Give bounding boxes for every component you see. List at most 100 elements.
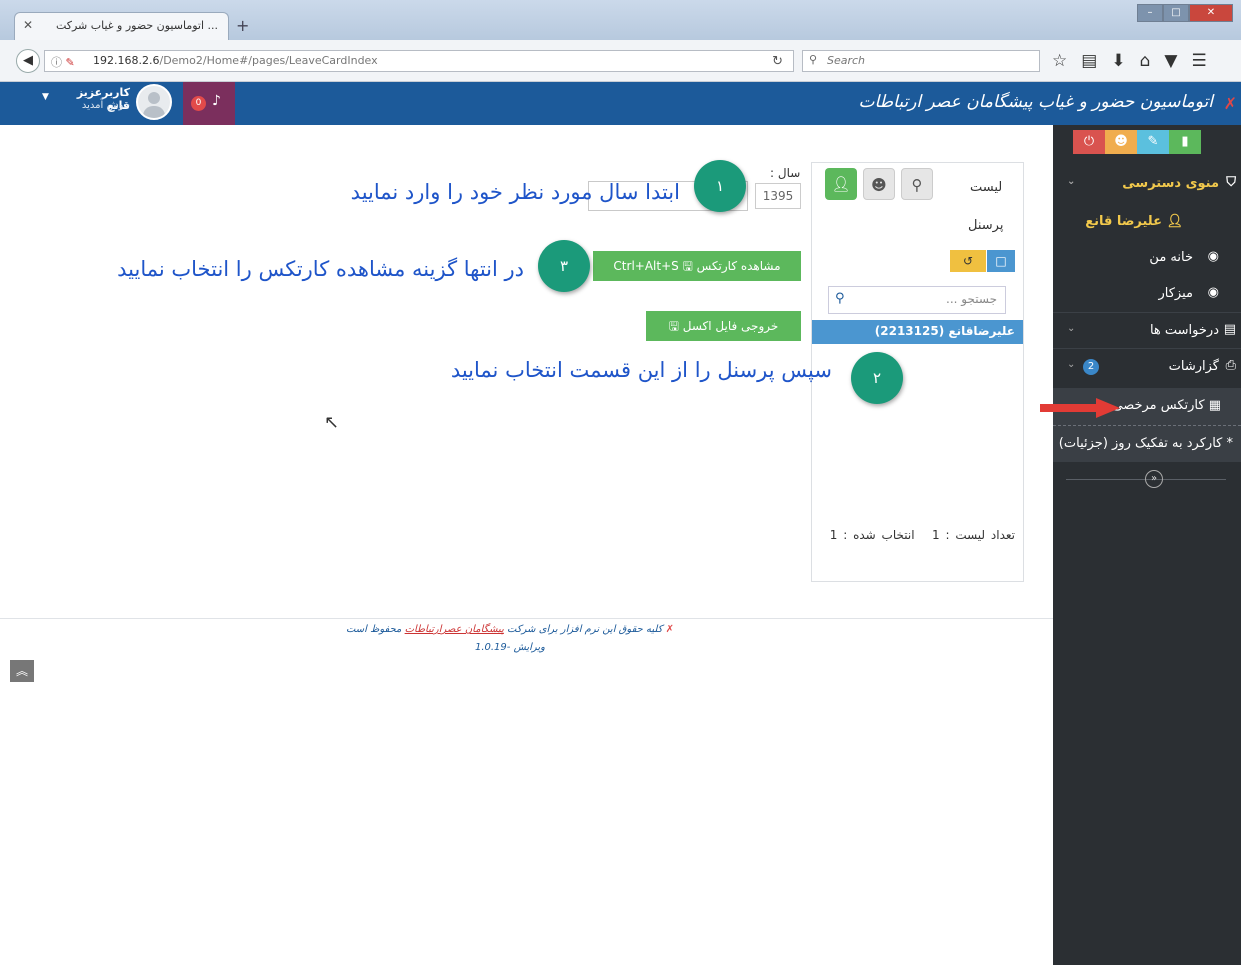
download-icon[interactable]: ⬇ [1111, 51, 1125, 71]
chart-icon[interactable]: ▮ [1169, 130, 1201, 154]
browser-toolbar: ☆ ▤ ⬇ ⌂ ▼ ☰ [1052, 51, 1207, 71]
menu-icon[interactable]: ☰ [1191, 51, 1206, 71]
step-2-marker: ۲ [851, 352, 903, 404]
avatar[interactable] [136, 84, 172, 120]
url-path: /Demo2/Home#/pages/LeaveCardIndex [159, 54, 378, 67]
back-icon[interactable]: ◀ [16, 49, 40, 73]
home-icon[interactable]: ⌂ [1140, 51, 1151, 71]
table-icon: ▦ [1204, 398, 1221, 413]
personnel-label: پرسنل [968, 218, 1004, 233]
red-arrow-icon [1040, 398, 1120, 418]
url-host: 192.168.2.6 [93, 54, 160, 67]
selected-count: انتخاب شده : 1 [829, 528, 915, 542]
list-label: لیست [970, 180, 1003, 195]
list-counts: تعداد لیست : 1 انتخاب شده : 1 [812, 528, 1023, 542]
footer-divider [0, 618, 1053, 619]
step-3-text: در انتها گزینه مشاهده کارتکس را انتخاب ن… [117, 257, 524, 281]
reading-list-icon[interactable]: ▤ [1081, 51, 1097, 71]
notification-button[interactable]: 0 ♪ [183, 82, 235, 125]
year-input[interactable]: 1395 [755, 183, 801, 209]
sidebar-item-label: درخواست ها [1149, 323, 1219, 338]
browser-search-placeholder: Search [827, 54, 866, 67]
user-welcome: خوش آمدید [81, 100, 130, 111]
list-count: تعداد لیست : 1 [932, 528, 1015, 542]
maximize-icon[interactable]: □ [1163, 4, 1189, 22]
pocket-icon[interactable]: ▼ [1164, 51, 1177, 71]
year-label: سال : [770, 166, 801, 180]
collapse-sidebar-icon[interactable]: » [1145, 470, 1163, 488]
notification-count: 0 [191, 96, 206, 111]
chevron-down-icon: ⌄ [1067, 359, 1076, 370]
site-info-icon[interactable]: ⓘ ✎ [51, 54, 75, 70]
single-user-icon[interactable]: 👤︎ [825, 168, 857, 200]
user-menu-caret-icon[interactable]: ▼ [42, 92, 49, 102]
window-controls: – □ ✕ [1137, 4, 1233, 22]
minimize-icon[interactable]: – [1137, 4, 1163, 22]
step-1-marker: ۱ [694, 160, 746, 212]
sidebar-item-home[interactable]: ◉ خانه من [1053, 240, 1241, 276]
browser-tab-bar: ✕ ... اتوماسیون حضور و غیاب شرکت + – □ ✕ [0, 0, 1241, 40]
footer-copyright: ✗ کلیه حقوق این نرم افزار برای شرکت پیشگ… [330, 624, 690, 635]
sidebar-item-reports[interactable]: ⎙ گزارشات 2 ⌄ [1053, 348, 1241, 384]
select-all-checkbox-icon[interactable]: □ [987, 250, 1015, 272]
close-tab-icon[interactable]: ✕ [23, 18, 33, 32]
sidebar-item-label: میزکار [1158, 286, 1194, 301]
sidebar-subitem-daily-work[interactable]: * کارکرد به تفکیک روز (جزئیات) [1053, 426, 1241, 462]
reload-icon[interactable]: ↻ [772, 54, 783, 69]
group-icon[interactable]: ☻ [863, 168, 895, 200]
copyright-pre: کلیه حقوق این نرم افزار برای شرکت [507, 624, 663, 635]
sidebar-subitem-label: کارتکس مرخصی [1112, 398, 1205, 413]
sidebar-item-label: خانه من [1149, 250, 1193, 265]
chevron-down-icon: ⌄ [1067, 176, 1076, 187]
sidebar-access-menu-label: منوی دسترسی [1122, 176, 1219, 191]
sidebar-access-menu[interactable]: ⛉ منوی دسترسی ⌄ [1053, 166, 1241, 202]
step-2-text: سپس پرسنل را از این قسمت انتخاب نمایید [450, 358, 832, 382]
sidebar-item-requests[interactable]: ▤ درخواست ها ⌄ [1053, 312, 1241, 348]
company-logo-icon: ✗ [662, 624, 675, 635]
search-icon: ⚲ [835, 291, 845, 306]
new-tab-icon[interactable]: + [236, 16, 249, 35]
shield-icon: ⛉ [1226, 175, 1236, 190]
personnel-search-input[interactable]: جستجو ... ⚲ [828, 286, 1006, 314]
sidebar-item-label: گزارشات [1168, 359, 1219, 374]
sidebar-subitem-label: کارکرد به تفکیک روز (جزئیات) [1058, 436, 1223, 451]
org-tree-icon[interactable]: ⚲ [901, 168, 933, 200]
browser-search-input[interactable]: ⚲ Search [802, 50, 1040, 72]
print-icon: ⎙ [1225, 358, 1236, 373]
personnel-search-placeholder: جستجو ... [946, 292, 997, 306]
dashboard-icon: ◉ [1207, 249, 1219, 264]
mouse-cursor-icon: ↖ [324, 412, 340, 433]
reset-icon[interactable]: ↺ [950, 250, 986, 272]
bookmark-star-icon[interactable]: ☆ [1052, 51, 1067, 71]
view-cardex-button[interactable]: مشاهده کارتکس 🖫 Ctrl+Alt+S [593, 251, 801, 281]
tab-title: ... اتوماسیون حضور و غیاب شرکت [55, 19, 218, 32]
list-item[interactable]: علیرضاقانع (2213125) [812, 320, 1023, 344]
company-link[interactable]: پیشگامان عصرارتباطات [405, 624, 504, 635]
bell-icon: ♪ [212, 93, 221, 109]
browser-tab[interactable]: ✕ ... اتوماسیون حضور و غیاب شرکت [14, 12, 229, 40]
reports-badge: 2 [1083, 359, 1099, 375]
step-1-text: ابتدا سال مورد نظر خود را وارد نمایید [350, 180, 680, 204]
sidebar-item-desk[interactable]: ◉ میزکار [1053, 276, 1241, 312]
sidebar-user[interactable]: 👤︎ علیرضا قانع [1053, 204, 1241, 240]
company-logo-icon: ✗ [1223, 94, 1237, 113]
bullet-icon: * [1222, 436, 1233, 451]
power-icon[interactable]: ⏻ [1073, 130, 1105, 154]
list-icon: ▤ [1223, 322, 1236, 337]
search-icon: ⚲ [809, 53, 818, 66]
close-window-icon[interactable]: ✕ [1189, 4, 1233, 22]
step-3-marker: ۳ [538, 240, 590, 292]
users-icon[interactable]: ☻ [1105, 130, 1137, 154]
footer-version: ویرایش -1.0.19 [474, 642, 546, 653]
edit-icon[interactable]: ✎ [1137, 130, 1169, 154]
scroll-top-icon[interactable]: ︽ [10, 660, 34, 682]
user-icon: 👤︎ [1161, 214, 1183, 229]
chevron-down-icon: ⌄ [1067, 323, 1076, 334]
dashboard-icon: ◉ [1207, 285, 1219, 300]
app-title: اتوماسیون حضور و غیاب پیشگامان عصر ارتبا… [858, 92, 1213, 112]
url-bar[interactable]: ⓘ ✎ 192.168.2.6/Demo2/Home#/pages/LeaveC… [44, 50, 794, 72]
sidebar-user-label: علیرضا قانع [1085, 214, 1162, 229]
excel-export-button[interactable]: خروجی فایل اکسل 🖫 [646, 311, 801, 341]
copyright-post: محفوظ است [345, 624, 402, 635]
sidebar-shortcuts: ⏻ ☻ ✎ ▮ [1073, 130, 1201, 154]
